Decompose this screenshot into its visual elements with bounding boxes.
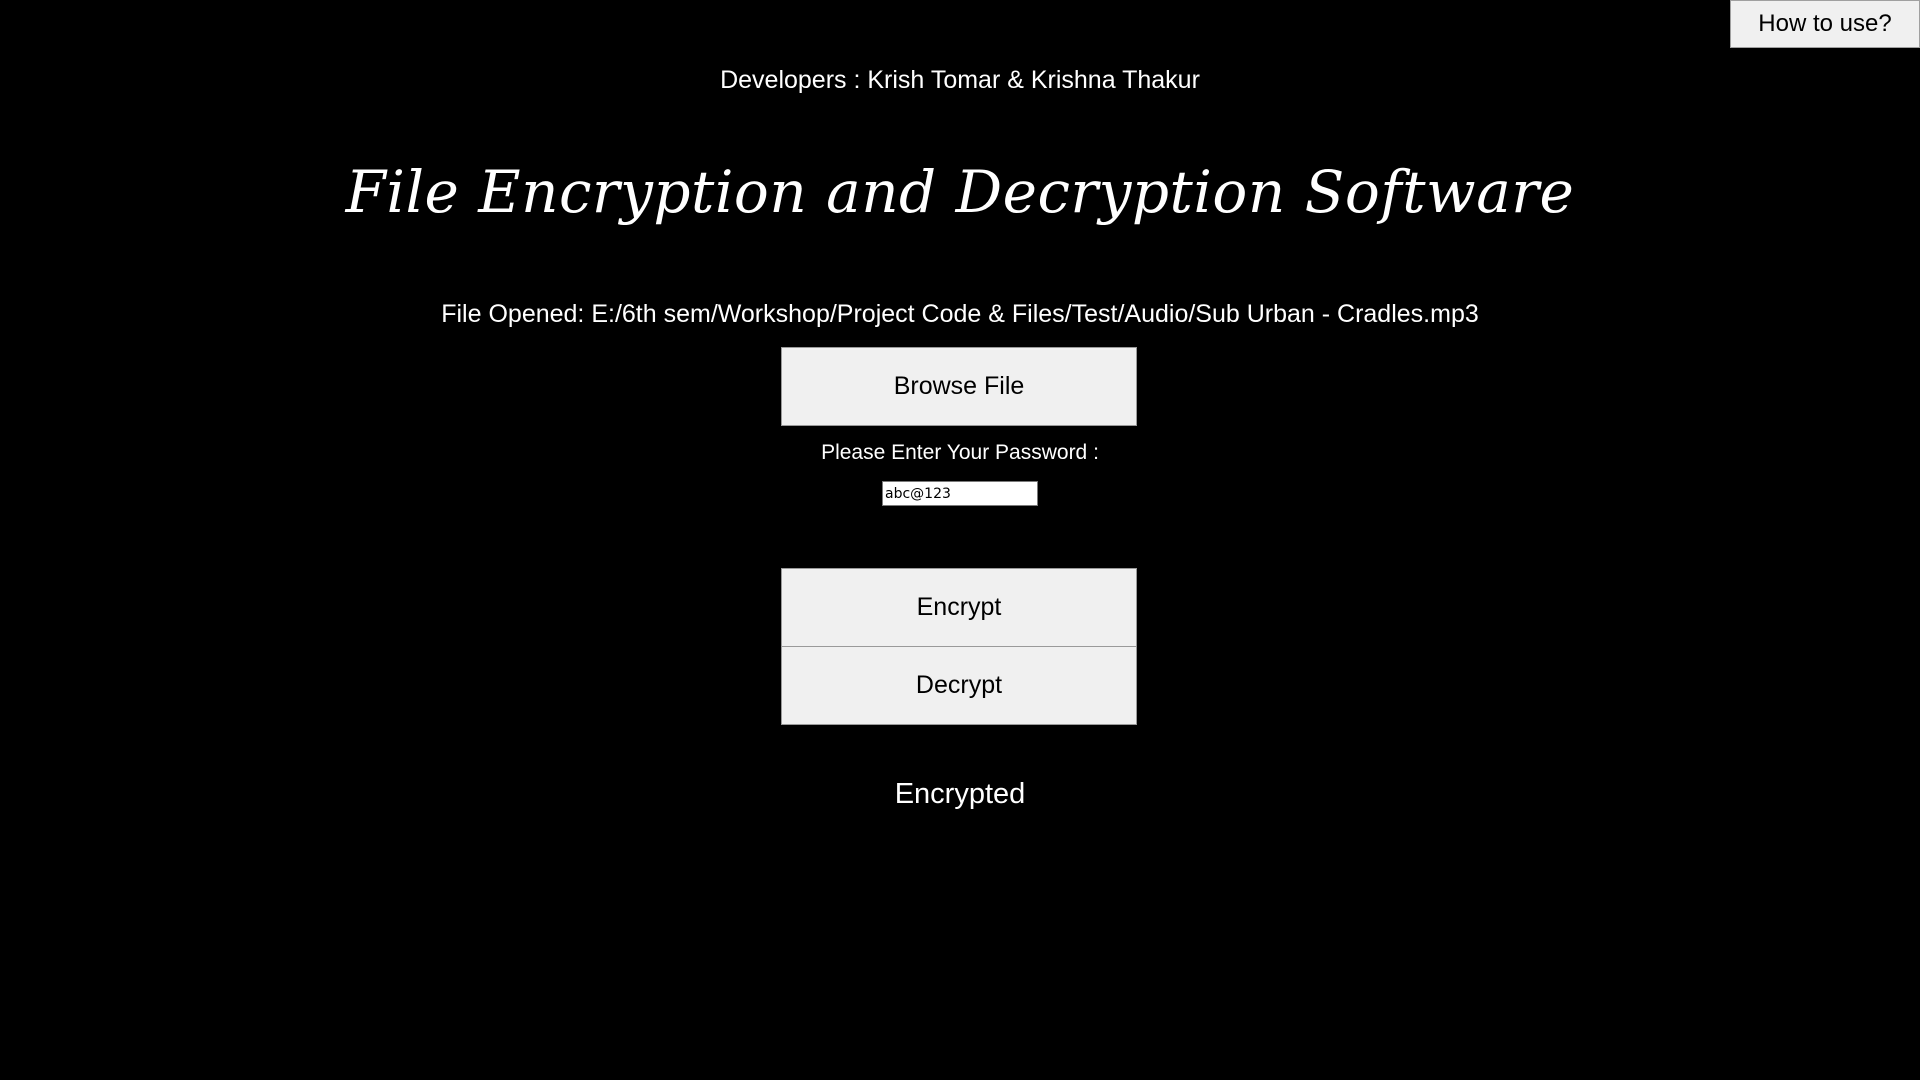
- app-window: How to use? Developers : Krish Tomar & K…: [0, 0, 1920, 1080]
- browse-file-button[interactable]: Browse File: [781, 347, 1137, 426]
- password-label: Please Enter Your Password :: [821, 441, 1099, 464]
- encrypt-button[interactable]: Encrypt: [781, 568, 1137, 647]
- file-opened-label: File Opened: E:/6th sem/Workshop/Project…: [441, 300, 1479, 328]
- developers-credit: Developers : Krish Tomar & Krishna Thaku…: [720, 66, 1200, 94]
- password-input[interactable]: [882, 481, 1038, 506]
- how-to-use-button[interactable]: How to use?: [1730, 0, 1920, 48]
- app-title: File Encryption and Decryption Software: [345, 158, 1575, 226]
- decrypt-button[interactable]: Decrypt: [781, 646, 1137, 725]
- status-message: Encrypted: [894, 778, 1026, 810]
